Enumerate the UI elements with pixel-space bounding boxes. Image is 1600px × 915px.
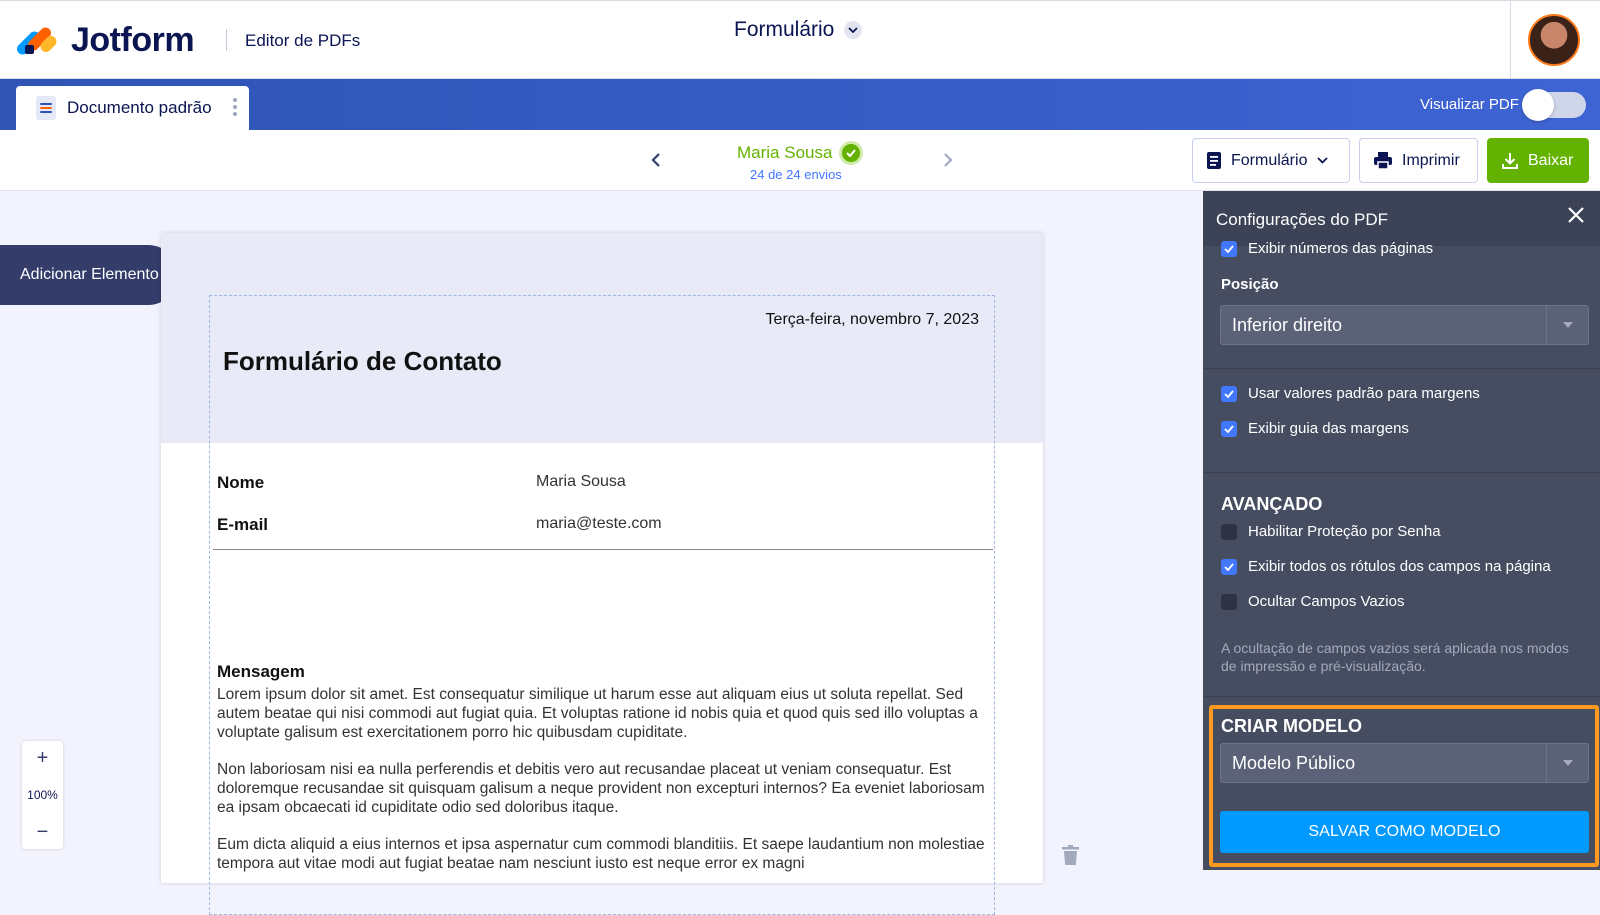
preview-pdf-toggle[interactable] [1522,89,1586,121]
form-title-dropdown[interactable]: Formulário [734,18,863,42]
print-button[interactable]: Imprimir [1359,138,1478,183]
header-divider [226,29,227,51]
form-title: Formulário [734,18,835,41]
preview-pdf-label: Visualizar PDF [1420,96,1519,113]
tab-label: Documento padrão [67,98,212,117]
checkbox-show-all-labels[interactable]: Exibir todos os rótulos dos campos na pá… [1221,558,1551,575]
document-title[interactable]: Formulário de Contato [223,346,502,377]
close-icon[interactable] [1567,206,1585,229]
download-icon [1502,153,1518,169]
margin-guide [209,295,995,915]
form-select-button[interactable]: Formulário [1192,138,1350,183]
checkbox-margin-guide[interactable]: Exibir guia das margens [1221,420,1409,437]
download-button[interactable]: Baixar [1487,138,1589,183]
checkbox-label: Habilitar Proteção por Senha [1248,523,1441,540]
jotform-logo[interactable]: Jotform [14,21,195,60]
message-paragraph: Non laboriosam nisi ea nulla perferendis… [217,761,985,816]
print-button-label: Imprimir [1402,151,1460,169]
download-button-label: Baixar [1528,151,1574,169]
check-badge-icon [839,141,864,165]
add-element-button[interactable]: Adicionar Elemento [0,245,178,305]
advanced-heading: AVANÇADO [1221,494,1323,514]
checkbox-password-protection[interactable]: Habilitar Proteção por Senha [1221,523,1441,540]
form-button-label: Formulário [1231,151,1308,169]
checkbox-label: Exibir todos os rótulos dos campos na pá… [1248,558,1551,575]
panel-header: Configurações do PDF [1203,191,1600,246]
top-header: Jotform Editor de PDFs Formulário [0,0,1600,79]
panel-title: Configurações do PDF [1216,210,1388,229]
document-date[interactable]: Terça-feira, novembro 7, 2023 [766,311,979,329]
checkbox-box [1221,593,1237,610]
message-paragraph: Lorem ipsum dolor sit amet. Est consequa… [217,686,978,741]
position-label: Posição [1221,276,1279,293]
chevron-left-icon[interactable] [646,150,666,170]
chevron-down-icon [1317,157,1329,164]
editor-label: Editor de PDFs [245,31,361,50]
section-divider [1203,472,1600,473]
position-select[interactable]: Inferior direito [1220,305,1589,345]
avatar[interactable] [1528,14,1580,66]
document-icon [36,96,56,120]
position-value: Inferior direito [1232,314,1343,335]
submission-count: 24 de 24 envios [750,167,842,182]
caret-down-icon [1546,306,1588,344]
zoom-level: 100% [27,788,58,802]
zoom-in-button[interactable]: + [37,745,49,771]
submitter-name: Maria Sousa [737,143,833,162]
field-value-email: maria@teste.com [536,515,662,532]
checkbox-label: Ocultar Campos Vazios [1248,593,1405,610]
field-value-name: Maria Sousa [536,473,626,490]
check-icon [1221,558,1237,575]
check-icon [1221,385,1237,402]
zoom-out-button[interactable]: − [37,819,49,845]
form-icon [1207,152,1221,169]
trash-icon[interactable] [1062,845,1079,870]
kebab-icon[interactable] [233,98,237,116]
checkbox-label: Exibir guia das margens [1248,420,1409,437]
user-menu [1510,1,1600,79]
checkbox-hide-empty-fields[interactable]: Ocultar Campos Vazios [1221,593,1404,610]
brand-name: Jotform [71,21,195,59]
document-tab-bar: Documento padrão Visualizar PDF [0,79,1600,130]
field-label-email: E-mail [217,515,269,534]
create-template-highlight [1209,705,1599,867]
checkbox-label: Usar valores padrão para margens [1248,385,1480,402]
submission-toolbar: Maria Sousa 24 de 24 envios Formulário I… [0,130,1600,191]
message-paragraph: Eum dicta aliquid a eius internos et ips… [217,836,985,872]
check-icon [1221,420,1237,437]
field-label-message: Mensagem [217,662,305,681]
tab-document-default[interactable]: Documento padrão [16,86,249,130]
checkbox-label: Exibir números das páginas [1248,240,1434,257]
checkbox-show-page-numbers[interactable]: Exibir números das páginas [1221,240,1433,257]
pdf-page: Terça-feira, novembro 7, 2023 Formulário… [161,233,1043,915]
field-divider [213,549,993,550]
chevron-down-icon [844,21,863,39]
check-icon [1221,240,1237,257]
section-divider [1203,368,1600,369]
submission-selector[interactable]: Maria Sousa [737,141,864,165]
section-divider [1203,696,1600,697]
jotform-logo-icon [14,23,59,59]
printer-icon [1374,152,1392,169]
checkbox-box [1221,523,1237,540]
checkbox-default-margins[interactable]: Usar valores padrão para margens [1221,385,1480,402]
zoom-control: + 100% − [22,741,63,849]
field-label-name: Nome [217,473,265,492]
chevron-right-icon[interactable] [938,150,958,170]
hide-empty-note: A ocultação de campos vazios será aplica… [1221,640,1569,674]
